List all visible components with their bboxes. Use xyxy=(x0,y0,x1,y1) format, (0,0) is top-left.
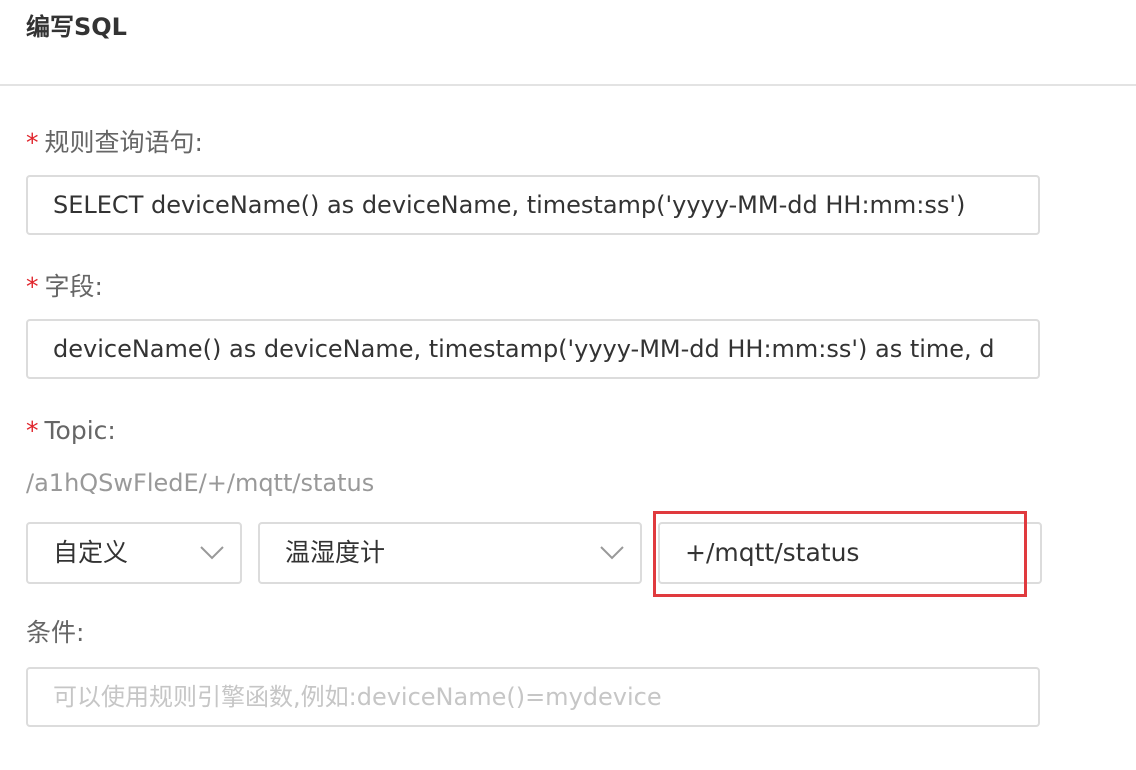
query-label: * 规则查询语句: xyxy=(26,126,203,160)
topic-suffix-value: +/mqtt/status xyxy=(685,538,860,567)
chevron-down-icon xyxy=(600,546,624,560)
topic-type-select[interactable]: 自定义 xyxy=(26,522,242,584)
topic-prefix: /a1hQSwFledE/+/mqtt/status xyxy=(26,469,375,497)
title-divider xyxy=(0,84,1136,86)
condition-label: 条件: xyxy=(26,616,84,650)
fields-label-text: 字段: xyxy=(44,272,103,301)
topic-suffix-input[interactable]: +/mqtt/status xyxy=(658,522,1042,584)
panel-title: 编写SQL xyxy=(26,13,127,41)
product-select[interactable]: 温湿度计 xyxy=(258,522,642,584)
required-mark: * xyxy=(26,272,39,301)
condition-input[interactable]: 可以使用规则引擎函数,例如:deviceName()=mydevice xyxy=(26,667,1040,727)
topic-label-text: Topic: xyxy=(44,416,116,445)
condition-label-text: 条件: xyxy=(26,618,85,647)
topic-type-value: 自定义 xyxy=(53,538,129,567)
chevron-down-icon xyxy=(200,546,224,560)
query-label-text: 规则查询语句: xyxy=(44,128,203,157)
query-input[interactable]: SELECT deviceName() as deviceName, times… xyxy=(26,175,1040,235)
fields-input[interactable]: deviceName() as deviceName, timestamp('y… xyxy=(26,319,1040,379)
required-mark: * xyxy=(26,128,39,157)
fields-label: * 字段: xyxy=(26,270,103,304)
required-mark: * xyxy=(26,416,39,445)
sql-editor-page: 编写SQL * 规则查询语句: SELECT deviceName() as de… xyxy=(0,0,1136,770)
topic-label: * Topic: xyxy=(26,414,116,448)
product-value: 温湿度计 xyxy=(285,538,386,567)
